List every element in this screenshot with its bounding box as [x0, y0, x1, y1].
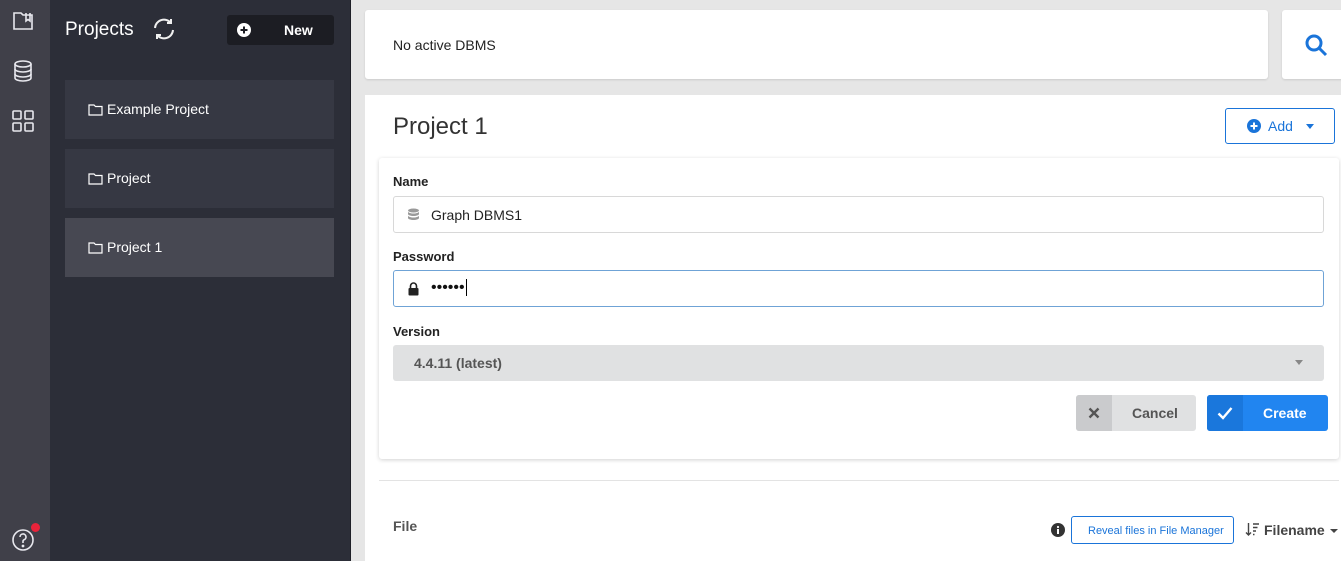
database-icon[interactable]	[11, 59, 35, 83]
chevron-down-icon	[1330, 529, 1338, 533]
new-project-button[interactable]: New	[227, 15, 334, 45]
chevron-down-icon	[1295, 360, 1303, 365]
check-icon	[1217, 407, 1233, 420]
reveal-files-label: Reveal files in File Manager	[1088, 525, 1224, 537]
notification-dot	[31, 523, 40, 532]
page-title: Project 1	[393, 113, 488, 140]
folder-icon	[88, 242, 103, 254]
project-item-project-1[interactable]: Project 1	[65, 218, 334, 277]
password-value: ••••••	[431, 279, 467, 297]
chevron-down-icon	[1306, 124, 1314, 129]
projects-icon[interactable]	[11, 9, 35, 33]
icon-rail	[0, 0, 50, 561]
lock-icon	[408, 282, 419, 296]
folder-icon	[88, 104, 103, 116]
add-button-label: Add	[1268, 118, 1293, 134]
project-item-project[interactable]: Project	[65, 149, 334, 208]
section-divider	[379, 480, 1339, 481]
password-field[interactable]: ••••••	[393, 270, 1324, 307]
reveal-files-button[interactable]: Reveal files in File Manager	[1071, 516, 1234, 544]
create-dbms-form: Name Graph DBMS1 Password •••••• Version…	[379, 158, 1339, 459]
project-item-example-project[interactable]: Example Project	[65, 80, 334, 139]
name-value: Graph DBMS1	[431, 207, 523, 223]
new-button-label: New	[284, 22, 313, 38]
refresh-icon[interactable]	[151, 16, 177, 42]
project-item-label: Example Project	[107, 101, 209, 117]
plus-circle-icon	[237, 23, 251, 37]
projects-panel: Projects New Example Project Project Pro…	[50, 0, 351, 561]
cancel-label: Cancel	[1132, 405, 1178, 421]
name-field[interactable]: Graph DBMS1	[393, 196, 1324, 233]
dbms-status-bar: No active DBMS	[365, 10, 1268, 79]
database-icon	[408, 208, 419, 220]
project-item-label: Project 1	[107, 239, 163, 255]
version-value: 4.4.11 (latest)	[414, 355, 502, 371]
close-icon	[1088, 407, 1100, 419]
version-label: Version	[393, 324, 440, 339]
dbms-status-text: No active DBMS	[393, 37, 496, 53]
help-icon[interactable]	[11, 528, 35, 552]
create-button[interactable]: Create	[1207, 395, 1328, 431]
add-dropdown-button[interactable]: Add	[1225, 108, 1335, 144]
folder-icon	[88, 173, 103, 185]
sort-label: Filename	[1264, 522, 1325, 538]
project-main-panel: Project 1 Add Name Graph DBMS1 Password …	[365, 95, 1341, 561]
search-icon	[1305, 34, 1328, 57]
projects-title: Projects	[65, 19, 134, 40]
password-label: Password	[393, 249, 455, 264]
files-heading: File	[393, 518, 418, 534]
info-icon[interactable]	[1051, 523, 1065, 537]
apps-grid-icon[interactable]	[11, 109, 35, 133]
search-button[interactable]	[1282, 10, 1341, 79]
project-item-label: Project	[107, 170, 151, 186]
plus-circle-icon	[1247, 119, 1261, 133]
version-select[interactable]: 4.4.11 (latest)	[393, 345, 1324, 381]
create-label: Create	[1263, 405, 1307, 421]
name-label: Name	[393, 174, 429, 189]
sort-icon	[1245, 523, 1259, 536]
cancel-button[interactable]: Cancel	[1076, 395, 1196, 431]
